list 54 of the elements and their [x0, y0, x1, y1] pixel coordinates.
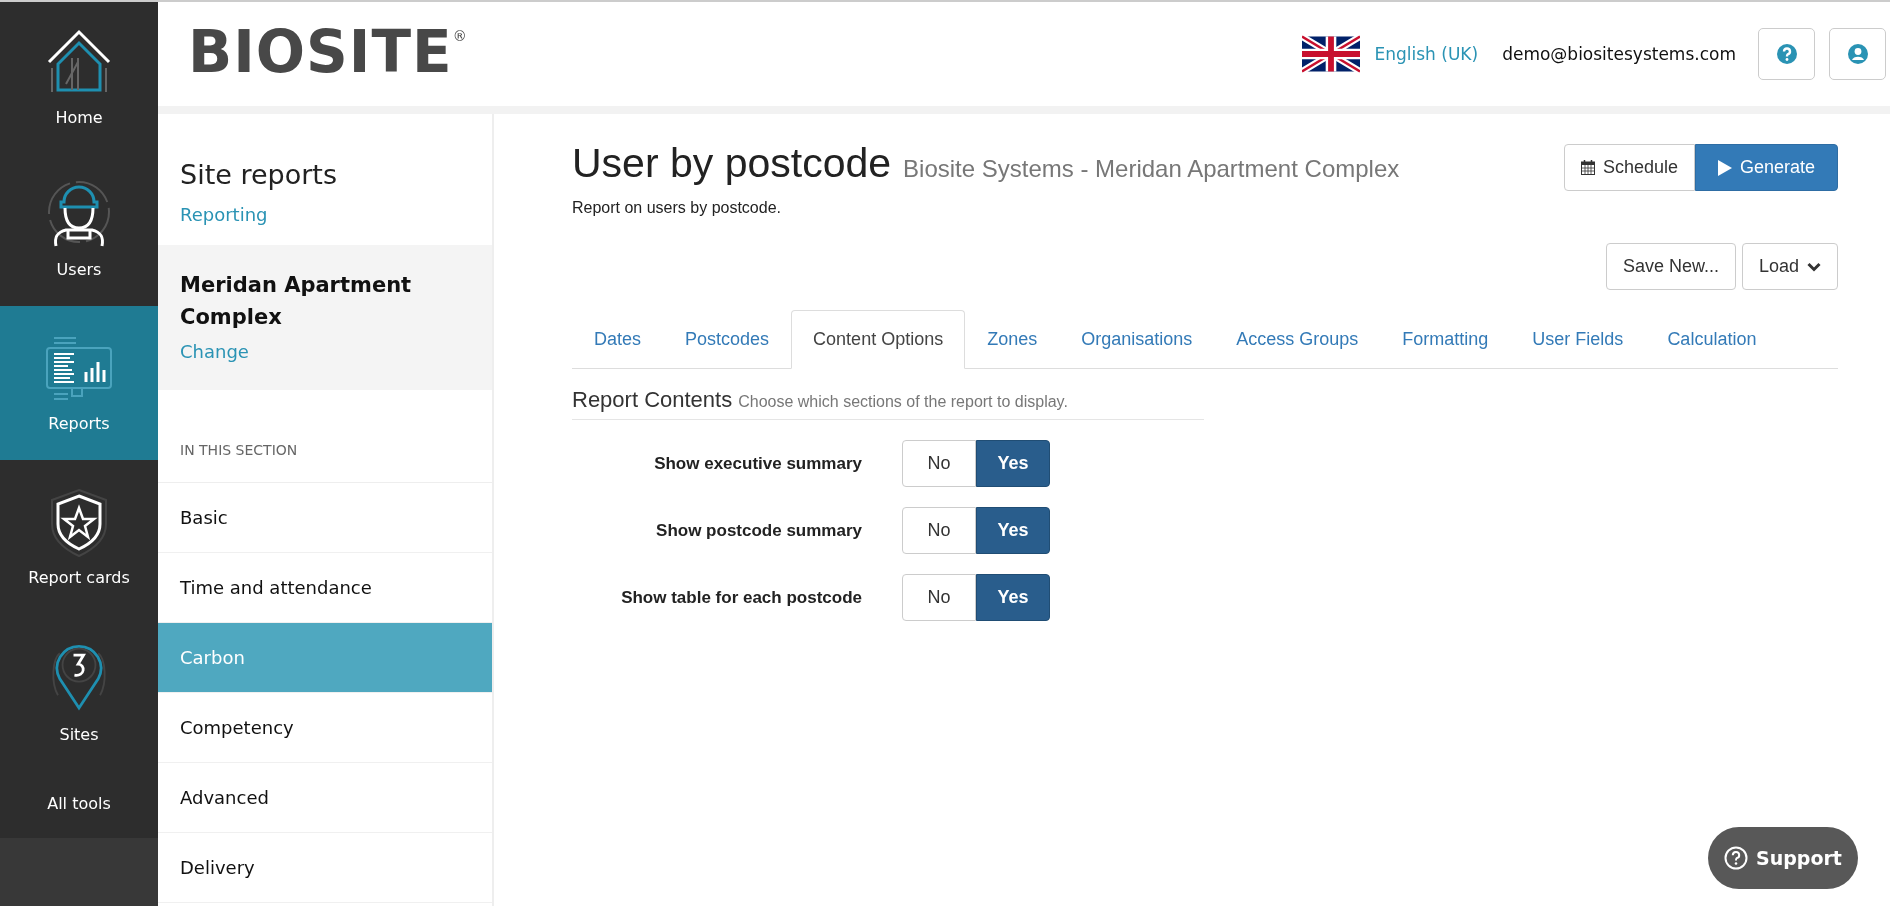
tab[interactable]: Content Options [791, 310, 966, 369]
choice-button[interactable]: No [902, 574, 976, 621]
choice-button[interactable]: No [902, 507, 976, 554]
nav-item[interactable]: All tools [0, 768, 158, 838]
reporting-link[interactable]: Reporting [180, 204, 268, 225]
nav-item[interactable]: Users [0, 152, 158, 306]
tab[interactable]: Dates [572, 310, 664, 369]
help-button[interactable] [1758, 28, 1815, 80]
section-hint: Choose which sections of the report to display. [738, 393, 1068, 411]
save-new-button[interactable]: Save New... [1605, 243, 1736, 290]
report-title: User by postcode [572, 140, 892, 187]
choice-button[interactable]: Yes [976, 507, 1050, 554]
calendar-icon [1580, 160, 1595, 175]
account-button[interactable] [1829, 28, 1886, 80]
tab[interactable]: Access Groups [1214, 310, 1381, 369]
language-link[interactable]: English (UK) [1374, 44, 1479, 64]
help-icon [1724, 846, 1749, 870]
sidebar-item[interactable]: Basic [158, 483, 492, 553]
generate-button[interactable]: Generate [1694, 144, 1838, 191]
tab[interactable]: Formatting [1380, 310, 1511, 369]
site-name: Meridan Apartment Complex [180, 272, 413, 331]
choice-button[interactable]: No [902, 440, 976, 487]
support-button[interactable]: Support [1708, 827, 1858, 889]
sidebar-item[interactable]: Delivery [158, 833, 492, 903]
choice-button[interactable]: Yes [976, 574, 1050, 621]
play-icon [1717, 159, 1732, 176]
uk-flag-icon [1302, 32, 1361, 76]
sidebar-item[interactable]: Advanced [158, 763, 492, 833]
user-icon [1847, 44, 1868, 64]
load-button[interactable]: Load [1741, 243, 1838, 290]
tab[interactable]: User Fields [1510, 310, 1646, 369]
tab[interactable]: Organisations [1059, 310, 1215, 369]
nav-item[interactable]: Report cards [0, 460, 158, 614]
nav-item[interactable]: Sites [0, 614, 158, 768]
user-email: demo@biositesystems.com [1502, 44, 1736, 64]
help-icon [1776, 44, 1797, 64]
report-description: Report on users by postcode. [572, 199, 782, 217]
tab[interactable]: Calculation [1645, 310, 1779, 369]
nav-item[interactable]: Home [0, 2, 158, 152]
schedule-button[interactable]: Schedule [1563, 144, 1695, 191]
section-title: Report Contents [572, 387, 733, 413]
option-label: Show postcode summary [655, 520, 862, 541]
choice-button[interactable]: Yes [976, 440, 1050, 487]
nav-item[interactable]: Reports [0, 306, 158, 460]
option-label: Show executive summary [653, 453, 862, 474]
chevron-down-icon [1807, 261, 1821, 272]
tab[interactable]: Zones [965, 310, 1060, 369]
sidebar-item[interactable]: Competency [158, 693, 492, 763]
tab[interactable]: Postcodes [663, 310, 792, 369]
sidebar-title: Site reports [180, 159, 338, 190]
option-label: Show table for each postcode [620, 587, 862, 608]
logo: BIOSITE$^{®}$ [188, 18, 467, 86]
report-subtitle: Biosite Systems - Meridan Apartment Complex [903, 155, 1400, 183]
section-heading: IN THIS SECTION [158, 390, 492, 483]
